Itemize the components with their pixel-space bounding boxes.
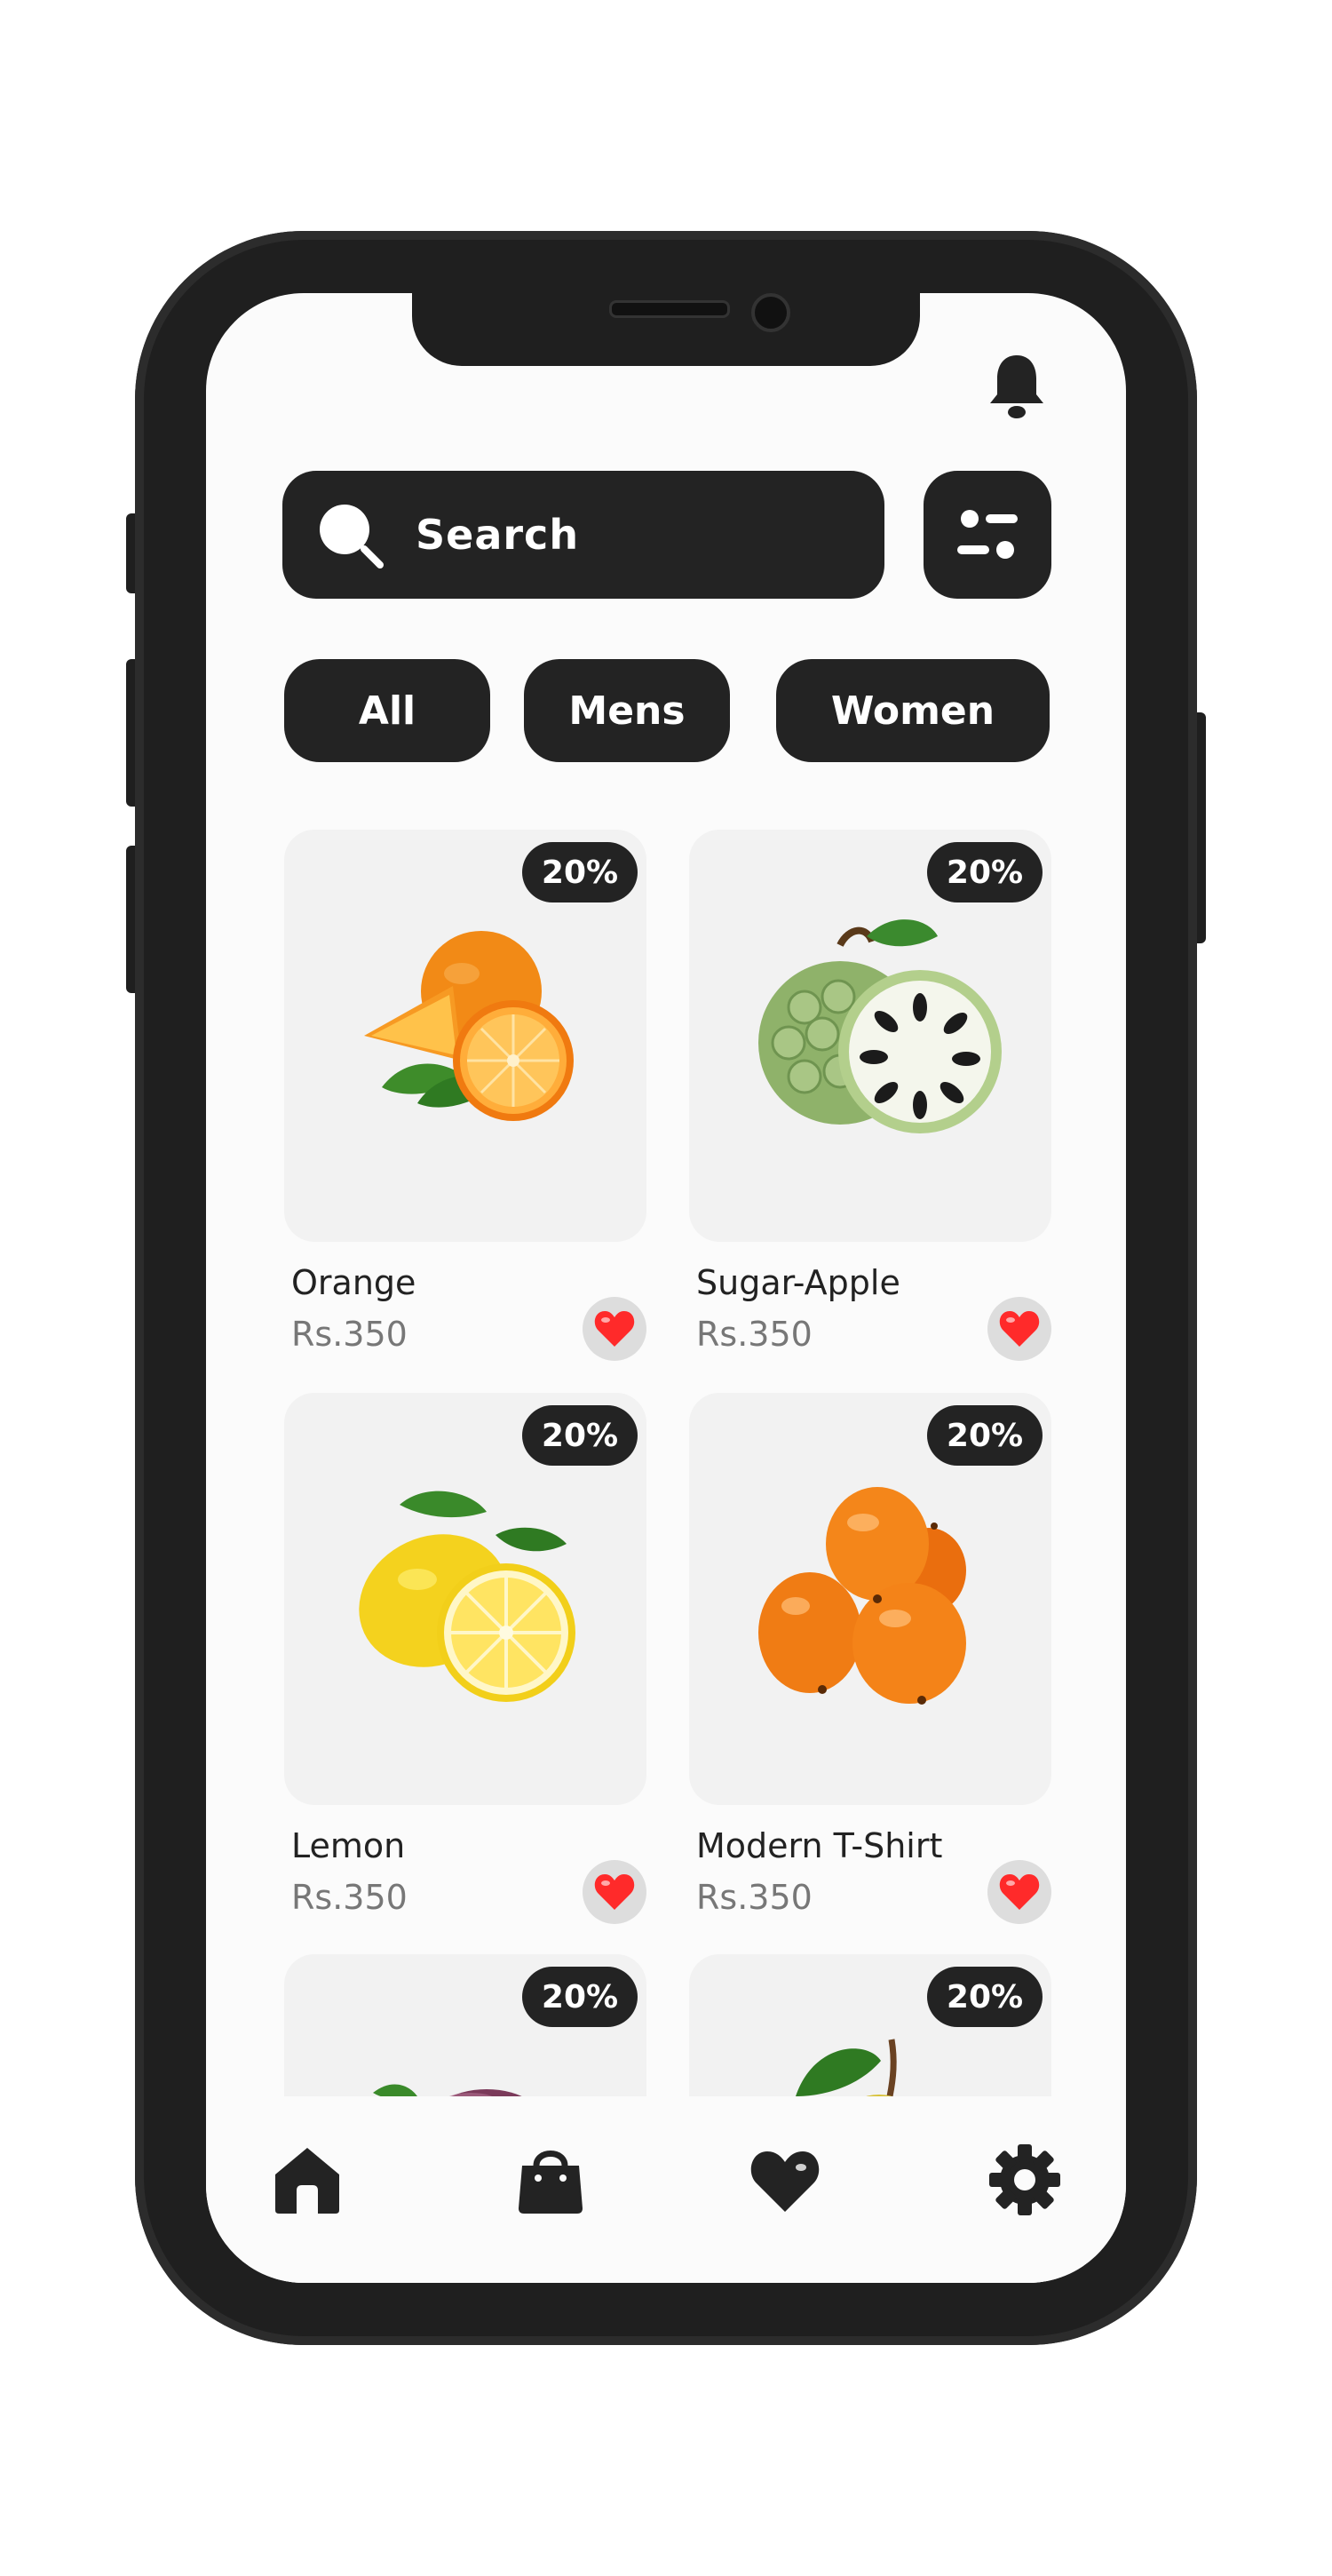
bell-icon[interactable] xyxy=(986,350,1048,421)
product-price: Rs.350 xyxy=(291,1878,408,1917)
speaker xyxy=(609,300,730,318)
search-icon xyxy=(320,505,384,568)
discount-badge: 20% xyxy=(927,1967,1043,2027)
bottom-navigation xyxy=(206,2096,1126,2283)
search-bar[interactable]: Search xyxy=(282,471,884,599)
product-image-container: 20% xyxy=(284,830,646,1242)
product-name: Sugar-Apple xyxy=(696,1263,900,1302)
heart-icon[interactable] xyxy=(748,2143,822,2217)
heart-icon xyxy=(594,1311,635,1347)
product-price: Rs.350 xyxy=(291,1315,408,1354)
discount-badge: 20% xyxy=(522,842,638,902)
product-card-lemon[interactable]: 20% Lemon Rs.350 xyxy=(284,1393,646,1924)
product-name: Lemon xyxy=(291,1826,406,1865)
search-placeholder: Search xyxy=(416,511,580,559)
product-card-orange[interactable]: 20% Orange Rs.350 xyxy=(284,830,646,1361)
discount-badge: 20% xyxy=(927,1405,1043,1466)
product-image-container: 20% xyxy=(689,830,1051,1242)
front-camera xyxy=(751,293,790,332)
discount-badge: 20% xyxy=(522,1405,638,1466)
favorite-button[interactable] xyxy=(583,1860,646,1924)
product-card-modern-t-shirt[interactable]: 20% Modern T-Shirt Rs.350 xyxy=(689,1393,1051,1924)
product-name: Orange xyxy=(291,1263,416,1302)
heart-icon xyxy=(594,1874,635,1910)
heart-icon xyxy=(999,1311,1040,1347)
product-image-container: 20% xyxy=(689,1393,1051,1805)
gear-icon[interactable] xyxy=(987,2143,1062,2217)
favorite-button[interactable] xyxy=(987,1297,1051,1361)
favorite-button[interactable] xyxy=(583,1297,646,1361)
filter-icon xyxy=(957,510,1018,559)
heart-icon xyxy=(999,1874,1040,1910)
category-all[interactable]: All xyxy=(284,659,490,762)
discount-badge: 20% xyxy=(522,1967,638,2027)
product-card-sugar-apple[interactable]: 20% Sugar-Apple Rs.350 xyxy=(689,830,1051,1361)
discount-badge: 20% xyxy=(927,842,1043,902)
category-mens[interactable]: Mens xyxy=(524,659,730,762)
product-name: Modern T-Shirt xyxy=(696,1826,943,1865)
product-image-container: 20% xyxy=(284,1393,646,1805)
home-icon[interactable] xyxy=(270,2143,345,2217)
product-price: Rs.350 xyxy=(696,1315,813,1354)
category-women[interactable]: Women xyxy=(776,659,1050,762)
bag-icon[interactable] xyxy=(513,2143,588,2217)
favorite-button[interactable] xyxy=(987,1860,1051,1924)
app-screen: Search All Mens Women 20% Orange Rs.350 … xyxy=(206,293,1126,2283)
product-price: Rs.350 xyxy=(696,1878,813,1917)
filter-button[interactable] xyxy=(924,471,1051,599)
stage: Search All Mens Women 20% Orange Rs.350 … xyxy=(0,0,1332,2576)
